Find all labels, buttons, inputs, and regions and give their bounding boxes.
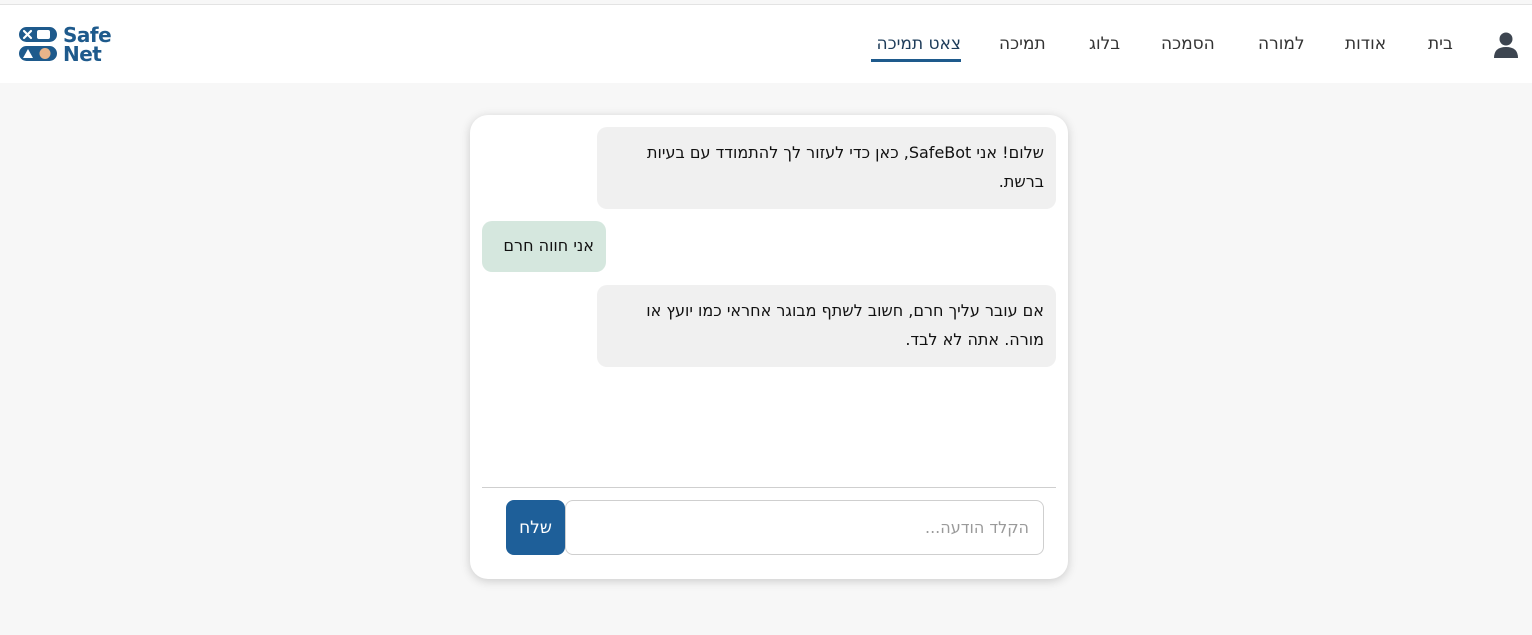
bot-message: אם עובר עליך חרם, חשוב לשתף מבוגר אחראי … <box>597 285 1056 367</box>
chat-window: שלום! אני SafeBot, כאן כדי לעזור לך להתמ… <box>470 115 1068 579</box>
nav-item-teacher[interactable]: למורה <box>1258 34 1305 60</box>
chat-divider <box>482 487 1056 488</box>
user-message: אני חווה חרם <box>482 221 606 272</box>
top-navbar: Safe Net בית אודות למורה הסמכה בלוג תמיכ… <box>0 5 1532 83</box>
logo-mark-icon <box>19 27 57 61</box>
nav-item-support[interactable]: תמיכה <box>999 34 1046 60</box>
send-button[interactable]: שלח <box>506 500 565 555</box>
bot-message: שלום! אני SafeBot, כאן כדי לעזור לך להתמ… <box>597 127 1056 209</box>
nav-item-home[interactable]: בית <box>1428 34 1453 60</box>
nav-item-consent[interactable]: הסמכה <box>1161 34 1215 60</box>
user-icon[interactable] <box>1493 31 1519 59</box>
nav-item-blog[interactable]: בלוג <box>1089 34 1120 60</box>
logo-text: Safe Net <box>63 25 112 66</box>
nav-item-chat-support[interactable]: צאט תמיכה <box>871 34 961 62</box>
message-input[interactable] <box>565 500 1044 555</box>
nav-item-about[interactable]: אודות <box>1345 34 1386 60</box>
logo-line-net: Net <box>63 42 102 66</box>
safenet-logo[interactable]: Safe Net <box>19 25 119 67</box>
